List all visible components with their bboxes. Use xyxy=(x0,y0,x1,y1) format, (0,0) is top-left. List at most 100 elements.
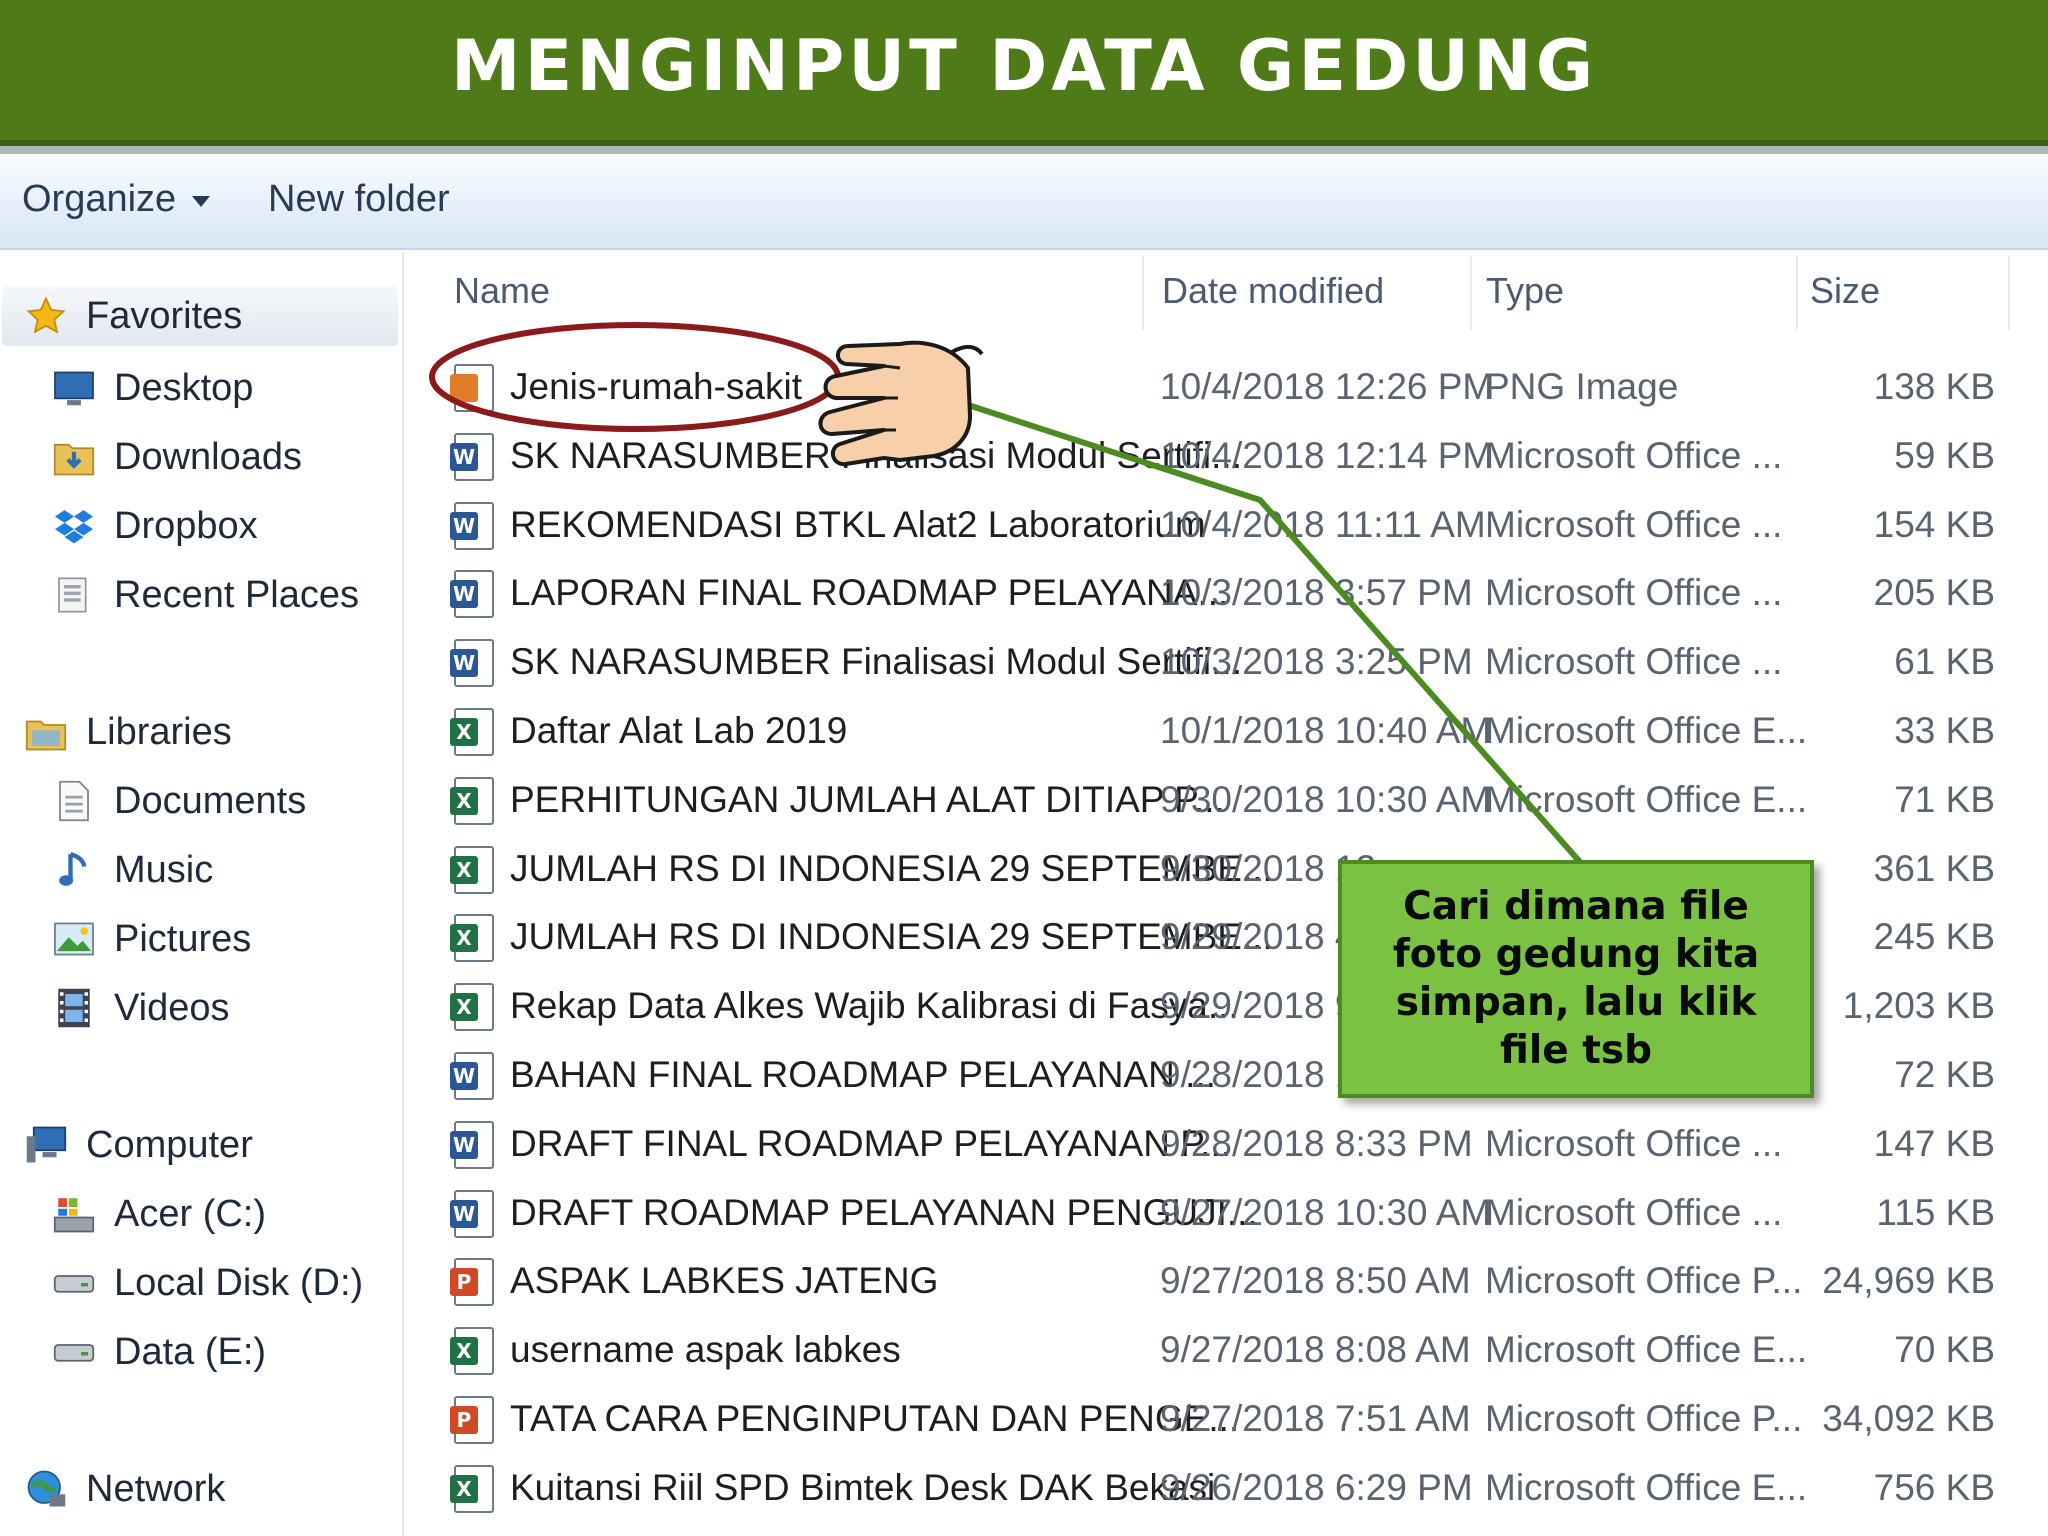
file-size: 147 KB xyxy=(1873,1122,1995,1164)
nav-favorites[interactable]: Favorites xyxy=(2,286,398,346)
nav-music[interactable]: Music xyxy=(52,840,213,900)
file-row[interactable]: W DRAFT FINAL ROADMAP PELAYANAN P... 9/28/… xyxy=(440,1113,2010,1181)
page-title: MENGINPUT DATA GEDUNG xyxy=(450,25,1598,107)
file-type: Microsoft Office ... xyxy=(1485,1122,1783,1164)
nav-acer-c[interactable]: Acer (C:) xyxy=(52,1184,266,1244)
column-divider[interactable] xyxy=(1470,256,1472,330)
file-date-modified: 9/27/2018 8:08 AM xyxy=(1160,1329,1471,1371)
nav-label: Acer (C:) xyxy=(114,1192,266,1235)
word-doc-icon: W xyxy=(450,1120,494,1169)
nav-label: Videos xyxy=(114,986,230,1029)
file-row[interactable]: X Kuitansi Riil SPD Bimtek Desk DAK Bekas… xyxy=(440,1457,2010,1525)
file-size: 33 KB xyxy=(1894,710,1995,751)
file-row[interactable]: W SK NARASUMBER Finalisasi Modul Sertifi.… xyxy=(440,425,2010,493)
file-size: 154 KB xyxy=(1873,503,1995,545)
nav-label: Favorites xyxy=(86,294,243,337)
file-type: Microsoft Office E... xyxy=(1485,1329,1808,1371)
file-date-modified: 10/3/2018 3:25 PM xyxy=(1160,641,1473,683)
file-type: Microsoft Office E... xyxy=(1485,1466,1808,1508)
nav-computer[interactable]: Computer xyxy=(24,1115,253,1175)
file-row[interactable]: X PERHITUNGAN JUMLAH ALAT DITIAP P... 9/30… xyxy=(440,769,2010,837)
navigation-pane: Favorites Desktop Downloads Dropbox Rece… xyxy=(0,252,404,1536)
excel-sheet-icon: X xyxy=(450,1464,494,1513)
explorer-toolbar: Organize New folder xyxy=(0,154,2048,250)
instruction-callout: Cari dimana file foto gedung kita simpan… xyxy=(1338,860,1814,1098)
organize-button[interactable]: Organize xyxy=(22,178,211,221)
column-header-size[interactable]: Size xyxy=(1810,270,1880,312)
organize-label: Organize xyxy=(22,178,177,220)
file-size: 115 KB xyxy=(1876,1191,1995,1233)
file-type: PNG Image xyxy=(1485,366,1679,407)
nav-label: Pictures xyxy=(114,917,252,960)
file-size: 245 KB xyxy=(1873,916,1995,958)
nav-label: Computer xyxy=(86,1123,253,1166)
file-date-modified: 10/3/2018 3:57 PM xyxy=(1160,572,1473,614)
nav-label: Libraries xyxy=(86,710,232,753)
star-icon xyxy=(24,294,68,338)
word-doc-icon: W xyxy=(450,432,494,481)
file-row[interactable]: P TATA CARA PENGINPUTAN DAN PENGE... 9/27/… xyxy=(440,1388,2010,1456)
system-drive-icon xyxy=(52,1192,96,1236)
file-size: 59 KB xyxy=(1894,434,1995,476)
nav-local-disk-d[interactable]: Local Disk (D:) xyxy=(52,1253,363,1313)
file-date-modified: 9/30/2018 10:30 AM xyxy=(1160,778,1490,820)
column-header-name[interactable]: Name xyxy=(454,270,550,312)
file-row[interactable]: W SK NARASUMBER Finalisasi Modul Sertifi.… xyxy=(440,631,2010,699)
nav-data-e[interactable]: Data (E:) xyxy=(52,1322,266,1382)
word-doc-icon: W xyxy=(450,639,494,688)
word-doc-icon: W xyxy=(450,1052,494,1100)
png-image-icon xyxy=(450,364,494,412)
file-type: Microsoft Office ... xyxy=(1485,1191,1783,1233)
excel-sheet-icon: X xyxy=(450,708,494,756)
column-header-type[interactable]: Type xyxy=(1486,270,1564,312)
file-size: 361 KB xyxy=(1873,847,1995,889)
file-size: 72 KB xyxy=(1894,1054,1995,1095)
nav-desktop[interactable]: Desktop xyxy=(52,358,253,418)
excel-sheet-icon: X xyxy=(450,776,494,825)
new-folder-label: New folder xyxy=(268,178,450,220)
file-size: 70 KB xyxy=(1894,1329,1995,1371)
file-type: Microsoft Office ... xyxy=(1485,572,1783,614)
file-type: Microsoft Office P... xyxy=(1485,1398,1803,1439)
nav-recent-places[interactable]: Recent Places xyxy=(52,565,359,625)
file-row[interactable]: Jenis-rumah-sakit 10/4/2018 12:26 PM PNG I… xyxy=(440,356,2010,424)
column-header-date-modified[interactable]: Date modified xyxy=(1162,270,1384,312)
file-row[interactable]: P ASPAK LABKES JATENG 9/27/2018 8:50 AM Mic… xyxy=(440,1250,2010,1318)
nav-videos[interactable]: Videos xyxy=(52,978,230,1038)
title-banner: MENGINPUT DATA GEDUNG xyxy=(0,0,2048,146)
file-date-modified: 9/28/2018 8:33 PM xyxy=(1160,1122,1473,1164)
file-type: Microsoft Office E... xyxy=(1485,778,1808,820)
file-row[interactable]: X Daftar Alat Lab 2019 10/1/2018 10:40 AM M… xyxy=(440,700,2010,768)
excel-sheet-icon: X xyxy=(450,845,494,894)
nav-network[interactable]: Network xyxy=(24,1459,225,1519)
file-row[interactable]: Xusername aspak labkes 9/27/2018 8:08 AM M… xyxy=(440,1319,2010,1387)
file-size: 34,092 KB xyxy=(1822,1398,1995,1439)
column-divider[interactable] xyxy=(1796,256,1798,330)
new-folder-button[interactable]: New folder xyxy=(268,178,450,221)
file-date-modified: 9/27/2018 7:51 AM xyxy=(1160,1398,1471,1439)
downloads-folder-icon xyxy=(52,435,96,479)
column-divider[interactable] xyxy=(2008,256,2010,330)
file-row[interactable]: W DRAFT ROADMAP PELAYANAN PENGUJI... 9/27/… xyxy=(440,1182,2010,1250)
nav-dropbox[interactable]: Dropbox xyxy=(52,496,258,556)
column-divider[interactable] xyxy=(1142,256,1144,330)
excel-sheet-icon: X xyxy=(450,1327,494,1376)
powerpoint-icon: P xyxy=(450,1396,494,1444)
file-row[interactable]: W LAPORAN FINAL ROADMAP PELAYANA... 10/3/2… xyxy=(440,562,2010,630)
nav-pictures[interactable]: Pictures xyxy=(52,909,251,969)
chevron-down-icon xyxy=(192,196,211,207)
file-size: 756 KB xyxy=(1873,1466,1995,1508)
nav-libraries[interactable]: Libraries xyxy=(24,702,232,762)
file-date-modified: 9/27/2018 8:50 AM xyxy=(1160,1260,1471,1302)
nav-label: Downloads xyxy=(114,435,302,478)
nav-downloads[interactable]: Downloads xyxy=(52,427,302,487)
file-row[interactable]: W REKOMENDASI BTKL Alat2 Laboratorium 10/4… xyxy=(440,494,2010,562)
nav-label: Network xyxy=(86,1467,226,1510)
callout-text: Cari dimana file foto gedung kita simpan… xyxy=(1392,884,1760,1073)
nav-label: Recent Places xyxy=(114,573,360,616)
file-date-modified: 9/26/2018 6:29 PM xyxy=(1160,1466,1473,1508)
excel-sheet-icon: X xyxy=(450,914,494,963)
nav-documents[interactable]: Documents xyxy=(52,771,306,831)
word-doc-icon: W xyxy=(450,570,494,619)
word-doc-icon: W xyxy=(450,501,494,550)
